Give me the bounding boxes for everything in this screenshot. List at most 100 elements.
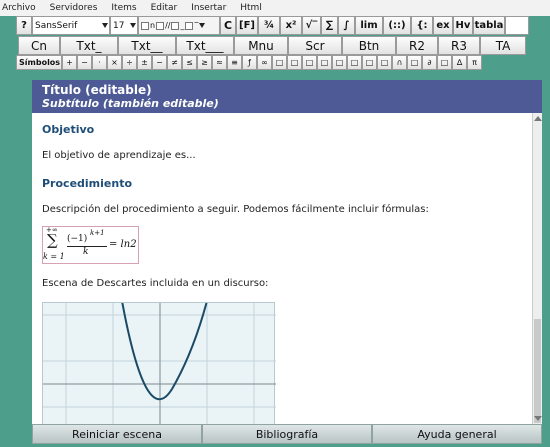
document-header: Título (editable) Subtítulo (también edi… bbox=[32, 80, 542, 113]
symbol-button-6[interactable]: − bbox=[152, 55, 167, 70]
symbol-button-26[interactable]: ∆ bbox=[452, 55, 467, 70]
menu-item-items[interactable]: Items bbox=[111, 3, 136, 13]
insert-button-10[interactable]: Hv bbox=[453, 16, 473, 35]
insert-button-7[interactable]: (::) bbox=[383, 16, 411, 35]
insert-button-4[interactable]: ∑ bbox=[321, 16, 338, 35]
document-subtitle[interactable]: Subtítulo (también editable) bbox=[42, 97, 542, 110]
symbol-button-27[interactable]: π bbox=[467, 55, 482, 70]
chevron-down-icon bbox=[102, 23, 108, 28]
formula-numerator: (−1) bbox=[67, 234, 88, 244]
symbol-button-3[interactable]: × bbox=[107, 55, 122, 70]
symbols-label: Símbolos bbox=[19, 58, 61, 67]
reset-scene-button[interactable]: Reiniciar escena bbox=[32, 424, 202, 444]
style-checkboxes[interactable]: n // _ ‾ bbox=[138, 16, 220, 35]
insert-button-8[interactable]: {: bbox=[411, 16, 433, 35]
scene-graph[interactable] bbox=[43, 300, 276, 424]
menu-item-servidores[interactable]: Servidores bbox=[50, 3, 98, 13]
format-toolbar: ? SansSerif 17 n // _ ‾ C [F] ¾ x² √‾ ∑ ∫ lim(… bbox=[16, 16, 529, 35]
menu-item-insertar[interactable]: Insertar bbox=[191, 3, 226, 13]
menu-item-archivo[interactable]: Archivo bbox=[2, 3, 36, 13]
symbol-button-2[interactable]: · bbox=[92, 55, 107, 70]
symbol-button-25[interactable]: □ bbox=[437, 55, 452, 70]
overline-checkbox[interactable] bbox=[185, 21, 194, 30]
symbol-button-20[interactable]: □ bbox=[362, 55, 377, 70]
document-title[interactable]: Título (editable) bbox=[42, 83, 542, 97]
scrollbar-thumb[interactable] bbox=[534, 319, 541, 423]
component-button-txt[interactable]: Txt_ bbox=[60, 36, 118, 55]
component-button-btn[interactable]: Btn bbox=[342, 36, 396, 55]
insert-button-9[interactable]: ex bbox=[433, 16, 453, 35]
component-button-r2[interactable]: R2 bbox=[396, 36, 438, 55]
help-button[interactable]: ? bbox=[16, 16, 32, 35]
symbol-button-7[interactable]: ≠ bbox=[167, 55, 182, 70]
section-text-procedimiento: Descripción del procedimiento a seguir. … bbox=[42, 204, 429, 215]
vertical-scrollbar[interactable] bbox=[532, 113, 542, 424]
chevron-down-icon bbox=[199, 23, 206, 28]
symbol-button-8[interactable]: ≤ bbox=[182, 55, 197, 70]
formula-lower-limit: k = 1 bbox=[43, 252, 65, 261]
symbol-button-11[interactable]: ≡ bbox=[227, 55, 242, 70]
section-text-objetivo: El objetivo de aprendizaje es... bbox=[42, 150, 196, 161]
descartes-scene[interactable] bbox=[42, 300, 276, 424]
section-heading-objetivo: Objetivo bbox=[42, 123, 95, 136]
formula-box[interactable]: +∞ ∑ k = 1 (−1) k+1 k = ln2 bbox=[42, 226, 139, 264]
insert-button-5[interactable]: ∫ bbox=[338, 16, 355, 35]
insert-button-0[interactable]: [F] bbox=[236, 16, 258, 35]
symbol-button-19[interactable]: □ bbox=[347, 55, 362, 70]
style-n-label: n bbox=[150, 21, 156, 30]
italic-checkbox[interactable] bbox=[156, 21, 165, 30]
symbol-button-1[interactable]: − bbox=[77, 55, 92, 70]
symbol-button-18[interactable]: □ bbox=[332, 55, 347, 70]
symbol-button-21[interactable]: □ bbox=[377, 55, 392, 70]
component-button-txt[interactable]: Txt___ bbox=[176, 36, 234, 55]
menu-item-html[interactable]: Html bbox=[240, 3, 262, 13]
menu-bar: Archivo Servidores Items Editar Insertar Html bbox=[0, 0, 550, 16]
component-button-cn[interactable]: Cn bbox=[18, 36, 60, 55]
symbols-select[interactable]: Símbolos bbox=[16, 55, 71, 70]
symbol-button-5[interactable]: ± bbox=[137, 55, 152, 70]
scroll-down-icon[interactable] bbox=[534, 416, 542, 421]
symbol-button-22[interactable]: ∩ bbox=[392, 55, 407, 70]
symbol-button-14[interactable]: □ bbox=[272, 55, 287, 70]
blank-field[interactable] bbox=[505, 16, 529, 35]
insert-button-1[interactable]: ¾ bbox=[258, 16, 280, 35]
component-toolbar: Cn Txt_ Txt__ Txt___ Mnu Scr Btn R2 R3 TA bbox=[18, 36, 526, 55]
component-button-txt[interactable]: Txt__ bbox=[118, 36, 176, 55]
symbol-button-9[interactable]: ≥ bbox=[197, 55, 212, 70]
font-family-select[interactable]: SansSerif bbox=[32, 16, 110, 35]
formula-denominator: k bbox=[83, 247, 89, 257]
symbol-button-10[interactable]: ≈ bbox=[212, 55, 227, 70]
bibliography-button[interactable]: Bibliografía bbox=[202, 424, 372, 444]
insert-button-2[interactable]: x² bbox=[280, 16, 302, 35]
symbol-button-12[interactable]: ƒ bbox=[242, 55, 257, 70]
symbol-button-24[interactable]: ∂ bbox=[422, 55, 437, 70]
chevron-down-icon bbox=[130, 23, 136, 28]
component-button-scr[interactable]: Scr bbox=[288, 36, 342, 55]
symbol-button-16[interactable]: □ bbox=[302, 55, 317, 70]
symbol-button-17[interactable]: □ bbox=[317, 55, 332, 70]
insert-button-6[interactable]: lim bbox=[355, 16, 383, 35]
underline-checkbox[interactable] bbox=[171, 21, 180, 30]
symbol-button-23[interactable]: □ bbox=[407, 55, 422, 70]
document-body: Objetivo El objetivo de aprendizaje es..… bbox=[32, 113, 532, 424]
insert-button-11[interactable]: tabla bbox=[473, 16, 505, 35]
symbol-button-15[interactable]: □ bbox=[287, 55, 302, 70]
scroll-up-icon[interactable] bbox=[534, 116, 542, 121]
color-button[interactable]: C bbox=[220, 16, 236, 35]
symbol-button-0[interactable]: + bbox=[62, 55, 77, 70]
general-help-button[interactable]: Ayuda general bbox=[372, 424, 542, 444]
overline-icon: ‾ bbox=[194, 21, 199, 30]
parabola-curve bbox=[121, 300, 208, 401]
symbols-toolbar: Símbolos + − · × ÷ ± − ≠ ≤ ≥ ≈ ≡ ƒ ∞ □ □ □ □ □ □ □ □ ∩ □ ∂ □ ∆ π bbox=[16, 55, 482, 70]
font-size-select[interactable]: 17 bbox=[110, 16, 138, 35]
component-button-ta[interactable]: TA bbox=[480, 36, 526, 55]
insert-button-3[interactable]: √‾ bbox=[302, 16, 321, 35]
component-button-mnu[interactable]: Mnu bbox=[234, 36, 288, 55]
component-button-r3[interactable]: R3 bbox=[438, 36, 480, 55]
symbol-button-13[interactable]: ∞ bbox=[257, 55, 272, 70]
symbol-button-4[interactable]: ÷ bbox=[122, 55, 137, 70]
formula-rhs: = ln2 bbox=[109, 239, 137, 250]
menu-item-editar[interactable]: Editar bbox=[151, 3, 178, 13]
font-family-value: SansSerif bbox=[35, 20, 78, 31]
bold-checkbox[interactable] bbox=[141, 21, 149, 30]
